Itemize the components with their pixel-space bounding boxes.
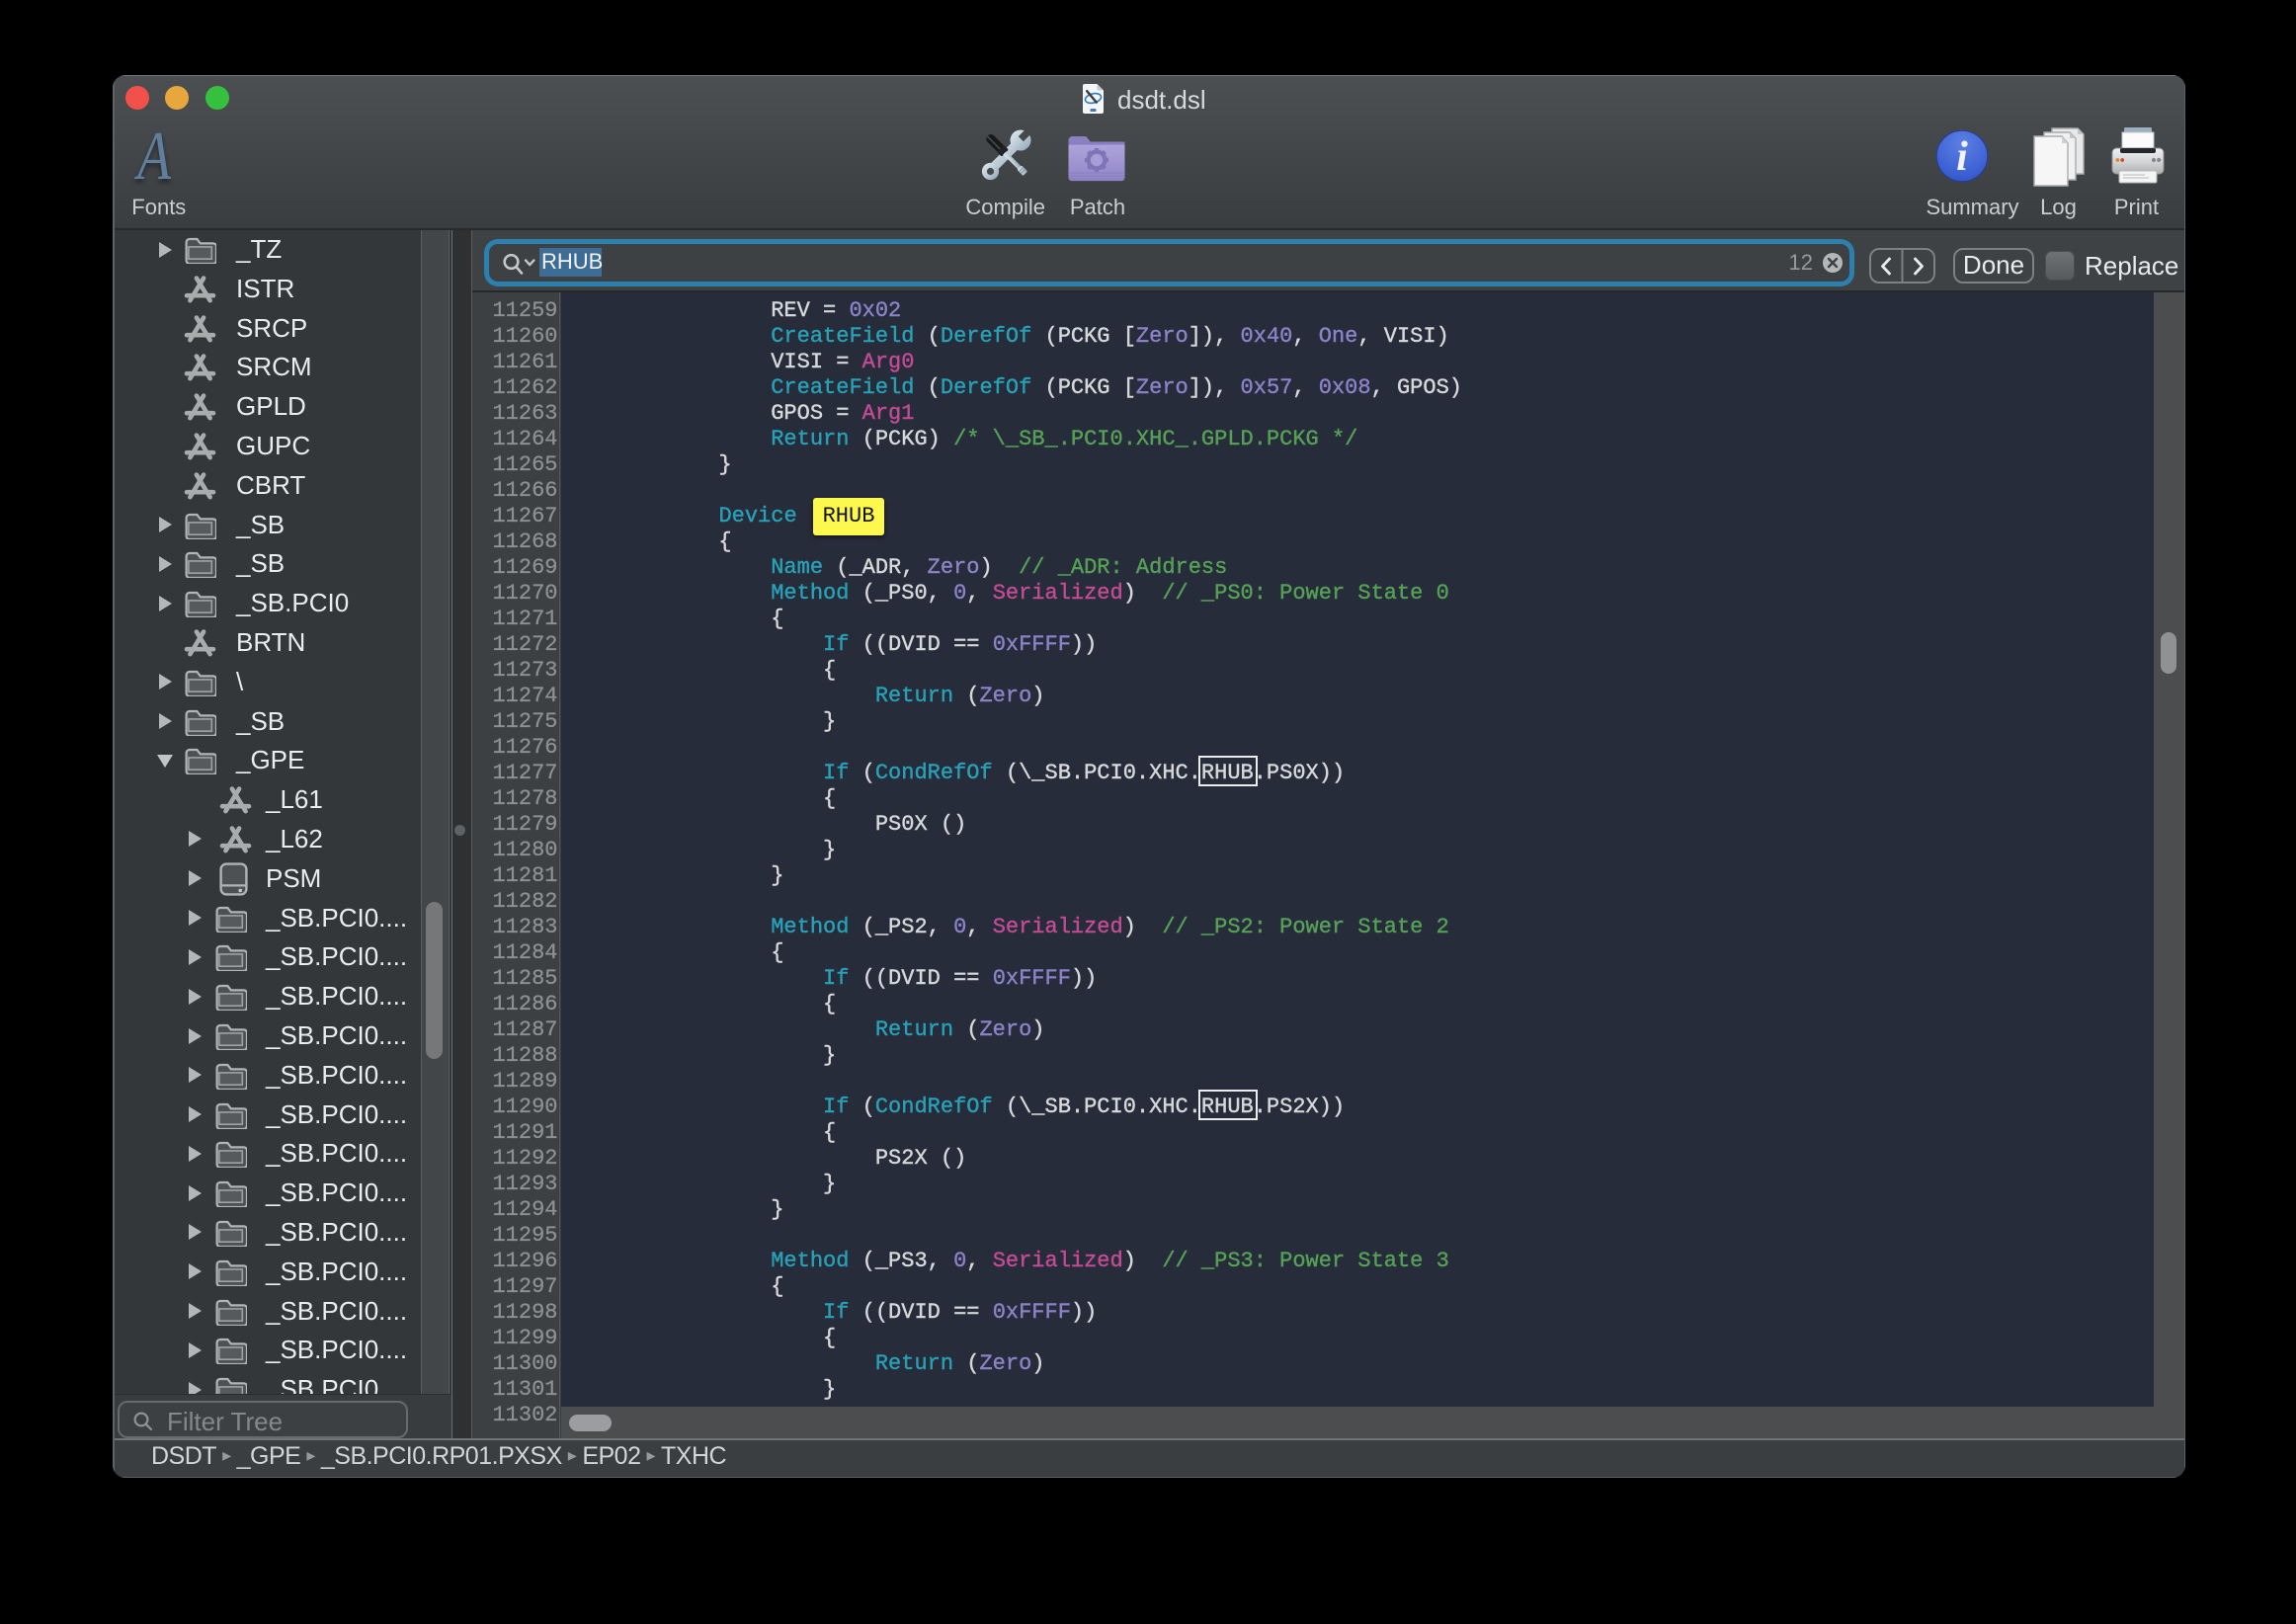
svg-text:i: i (1956, 134, 1968, 180)
